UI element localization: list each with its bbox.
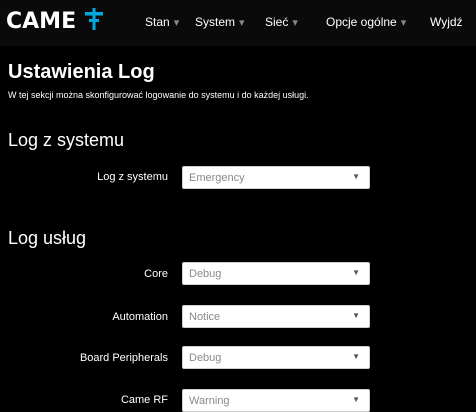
dropdown-arrow-icon: ▼ xyxy=(352,268,360,277)
dropdown-arrow-icon: ▼ xyxy=(352,352,360,361)
nav-item-label: Stan xyxy=(145,15,170,29)
chevron-down-icon: ▾ xyxy=(239,17,245,29)
service-log-label-came-rf: Came RF xyxy=(120,394,168,406)
dropdown-arrow-icon: ▼ xyxy=(352,395,360,404)
service-log-label-core: Core xyxy=(144,268,168,280)
select-value: Warning xyxy=(189,395,230,407)
select-value: Emergency xyxy=(189,172,245,184)
nav-item-opcje-ogolne[interactable]: Opcje ogólne ▾ xyxy=(326,15,406,29)
dropdown-arrow-icon: ▼ xyxy=(352,311,360,320)
chevron-down-icon: ▾ xyxy=(173,17,180,29)
main-menu: Stan ▾ System ▾ Sieć ▾ Opcje ogólne ▾ Wyjdź xyxy=(0,0,476,46)
dropdown-arrow-icon: ▼ xyxy=(352,172,360,181)
nav-item-system[interactable]: System ▾ xyxy=(195,15,245,29)
service-log-select-came-rf[interactable]: Warning ▼ xyxy=(182,389,370,412)
service-log-label-board-peripherals: Board Peripherals xyxy=(79,352,168,364)
system-log-select[interactable]: Emergency ▼ xyxy=(182,166,370,189)
nav-item-wyjdz[interactable]: Wyjdź xyxy=(430,15,463,29)
service-log-select-automation[interactable]: Notice ▼ xyxy=(182,305,370,328)
service-log-select-core[interactable]: Debug ▼ xyxy=(182,262,370,285)
chevron-down-icon: ▾ xyxy=(400,17,407,29)
page-title: Ustawienia Log xyxy=(8,61,155,83)
service-log-label-automation: Automation xyxy=(112,311,168,323)
section-title-system-log: Log z systemu xyxy=(8,130,125,150)
nav-item-label: Sieć xyxy=(265,15,289,29)
select-value: Notice xyxy=(189,311,221,323)
top-navbar: CAME Stan ▾ System ▾ Sieć ▾ Opcje ogólne ▾ W… xyxy=(0,0,476,46)
chevron-down-icon: ▾ xyxy=(292,17,298,29)
nav-item-label: System xyxy=(195,15,236,29)
system-log-label: Log z systemu xyxy=(97,171,168,183)
nav-item-stan[interactable]: Stan ▾ xyxy=(145,15,179,29)
select-value: Debug xyxy=(189,268,222,280)
section-title-service-log: Log usług xyxy=(8,228,87,248)
nav-item-label: Opcje ogólne xyxy=(326,15,397,29)
select-value: Debug xyxy=(189,352,222,364)
nav-item-siec[interactable]: Sieć ▾ xyxy=(265,15,298,29)
nav-item-label: Wyjdź xyxy=(430,15,463,29)
page-description: W tej sekcji można skonfigurować logowan… xyxy=(8,90,309,100)
service-log-select-board-peripherals[interactable]: Debug ▼ xyxy=(182,346,370,369)
